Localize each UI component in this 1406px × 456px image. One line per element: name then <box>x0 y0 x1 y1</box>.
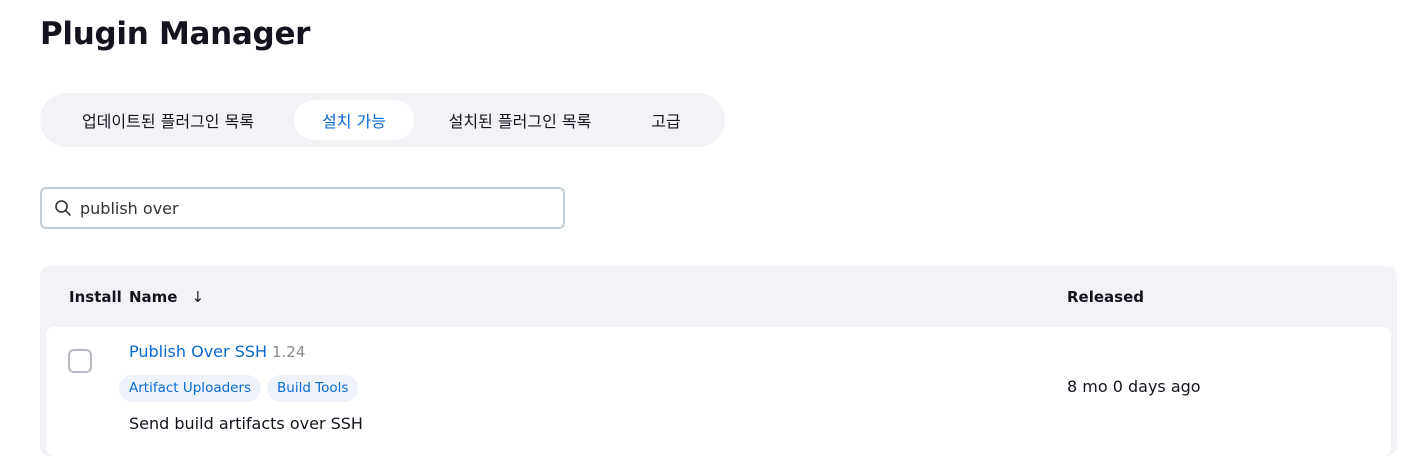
header-released[interactable]: Released <box>1067 288 1144 306</box>
tab-installed[interactable]: 설치된 플러그인 목록 <box>424 100 616 140</box>
plugin-description: Send build artifacts over SSH <box>129 414 363 433</box>
install-checkbox[interactable] <box>68 349 92 373</box>
tab-available[interactable]: 설치 가능 <box>294 100 414 140</box>
tag-artifact-uploaders[interactable]: Artifact Uploaders <box>119 375 262 402</box>
sort-arrow-icon: ↓ <box>191 288 205 306</box>
tab-bar: 업데이트된 플러그인 목록 설치 가능 설치된 플러그인 목록 고급 <box>40 93 725 147</box>
header-name[interactable]: Name ↓ <box>129 288 204 306</box>
plugin-table: Install Name ↓ Released Publish Over SSH … <box>40 266 1397 456</box>
page-title: Plugin Manager <box>40 16 311 52</box>
search-icon <box>54 199 72 217</box>
tag-build-tools[interactable]: Build Tools <box>267 375 359 402</box>
tab-updates[interactable]: 업데이트된 플러그인 목록 <box>48 100 288 140</box>
header-name-label: Name <box>129 288 178 306</box>
search-box[interactable] <box>40 187 565 229</box>
search-input[interactable] <box>80 198 540 218</box>
plugin-version: 1.24 <box>272 343 306 361</box>
tab-advanced[interactable]: 고급 <box>626 100 706 140</box>
table-row: Publish Over SSH 1.24 Artifact Uploaders… <box>46 327 1391 456</box>
header-install: Install <box>69 288 122 306</box>
released-value: 8 mo 0 days ago <box>1067 377 1201 396</box>
plugin-name-link[interactable]: Publish Over SSH <box>129 342 267 361</box>
